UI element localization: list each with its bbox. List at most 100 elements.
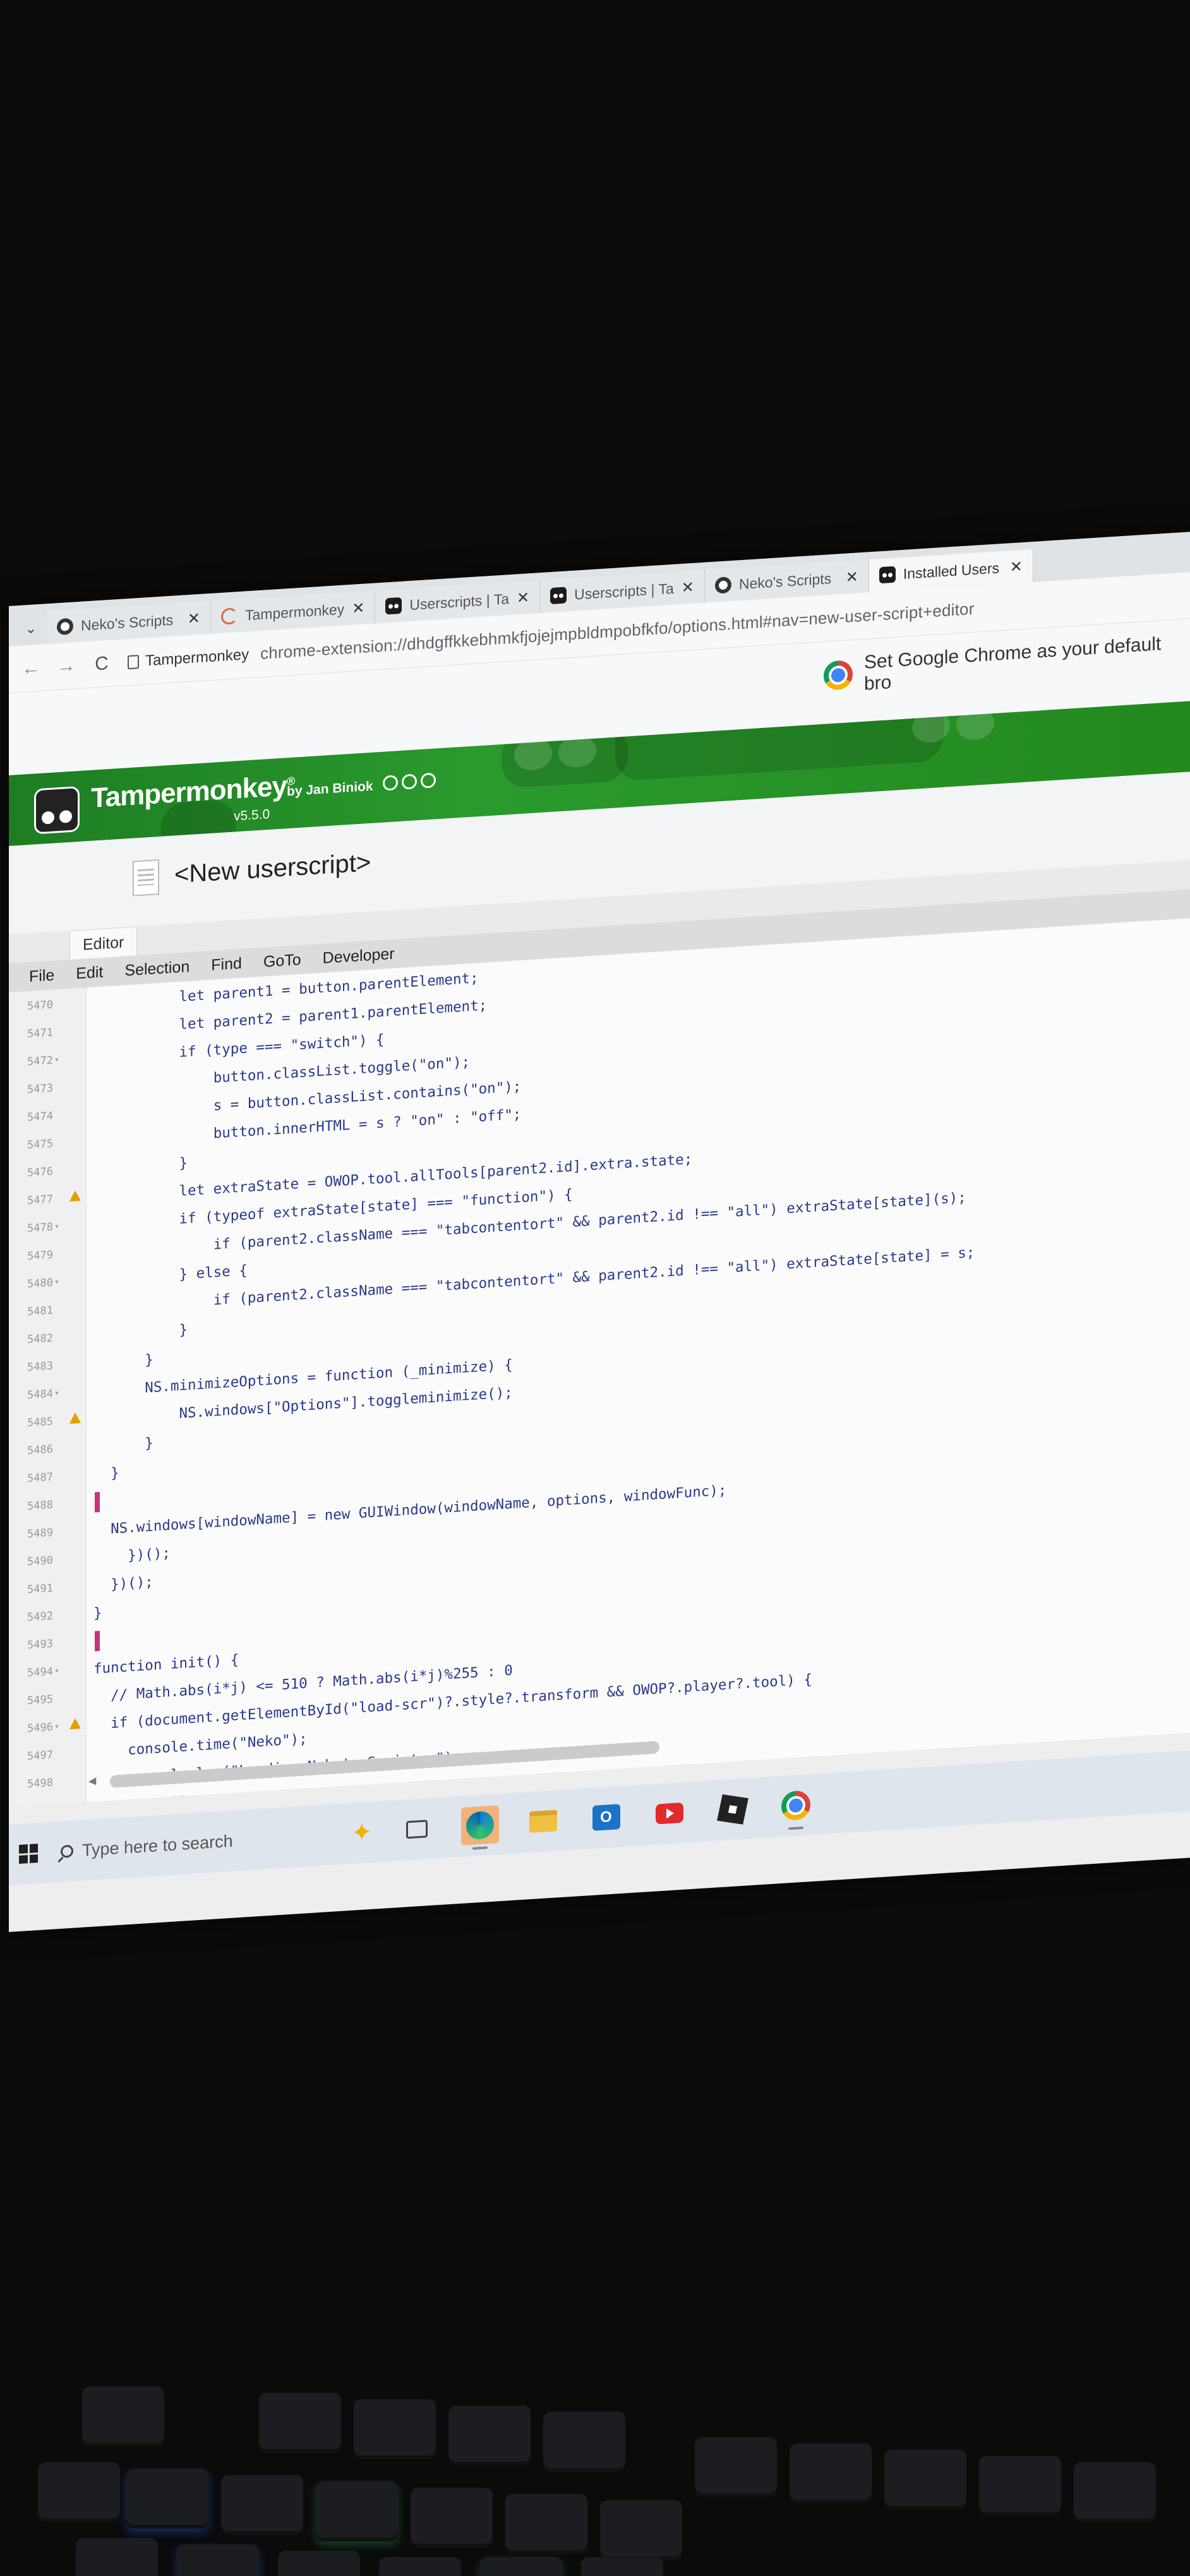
tab-title: Userscripts | Ta: [409, 590, 509, 613]
version-label: v5.5.0: [234, 807, 270, 824]
task-view-icon: [406, 1820, 428, 1839]
close-tab-icon[interactable]: ✕: [682, 578, 694, 597]
line-number: 5498: [27, 1776, 53, 1791]
tab-title: Installed Users: [903, 559, 999, 582]
fold-chevron-icon[interactable]: ▾: [54, 1657, 59, 1685]
github-icon[interactable]: [383, 775, 398, 791]
script-file-icon: [133, 859, 159, 897]
line-number: 5499: [15, 1797, 53, 1807]
taskbar-chrome[interactable]: [777, 1786, 815, 1826]
line-number: 5474: [27, 1109, 53, 1124]
tab-title: Neko's Scripts: [738, 569, 832, 592]
chrome-logo-icon: [824, 659, 853, 691]
code-text: }: [179, 1155, 188, 1172]
line-number: 5495: [27, 1693, 53, 1708]
fold-chevron-icon[interactable]: ▾: [54, 1213, 59, 1241]
tampermonkey-logo-icon[interactable]: [34, 785, 80, 835]
menu-selection[interactable]: Selection: [124, 957, 189, 979]
edit-marker: [95, 1630, 100, 1652]
tab-search-button[interactable]: ⌄: [15, 611, 47, 646]
roblox-icon: [716, 1794, 748, 1825]
outlook-icon: O: [592, 1804, 620, 1831]
close-tab-icon[interactable]: ✕: [1010, 558, 1023, 576]
tampermonkey-icon: [385, 597, 402, 615]
line-number: 5475: [27, 1137, 53, 1152]
instagram-icon[interactable]: [421, 772, 436, 789]
code-text: })();: [93, 1573, 153, 1594]
line-number: 5488: [27, 1498, 53, 1513]
back-button[interactable]: ←: [21, 657, 40, 679]
tab-title: Userscripts | Ta: [574, 580, 674, 603]
menu-developer[interactable]: Developer: [323, 945, 395, 967]
line-number: 5470: [27, 998, 53, 1013]
chrome-icon: [781, 1790, 810, 1822]
site-chip-label: Tampermonkey: [145, 645, 249, 669]
taskbar-youtube[interactable]: [651, 1793, 688, 1834]
taskbar-file-explorer[interactable]: [524, 1801, 562, 1842]
reload-button[interactable]: C: [92, 652, 111, 675]
line-number: 5477: [27, 1193, 53, 1208]
keyboard-photo: [0, 2349, 1190, 2576]
start-button[interactable]: [19, 1844, 38, 1864]
fold-chevron-icon[interactable]: ▾: [54, 1268, 59, 1296]
copilot-sparkle-icon[interactable]: ✦: [351, 1818, 373, 1848]
code-text: }: [111, 1465, 119, 1482]
loading-icon: [221, 607, 237, 625]
monitor-screen: ⌄ Neko's Scripts ✕ Tampermonkey ✕ Userscript…: [9, 532, 1190, 1932]
line-number: 5493: [27, 1637, 53, 1652]
warning-icon[interactable]: [69, 1412, 81, 1424]
line-number: 5497: [27, 1748, 53, 1763]
line-number: 5491: [27, 1582, 53, 1597]
tab-editor[interactable]: Editor: [69, 926, 138, 960]
infobar-label: Set Google Chrome as your default bro: [864, 633, 1162, 695]
code-editor[interactable]: 5470 let parent1 = button.parentElement; 5…: [9, 918, 1190, 1807]
photo-scene: ⌄ Neko's Scripts ✕ Tampermonkey ✕ Userscript…: [0, 0, 1190, 2576]
code-text: }: [145, 1434, 153, 1452]
line-number: 5489: [27, 1526, 53, 1541]
line-number: 5492: [27, 1609, 53, 1625]
line-number: 5471: [27, 1026, 53, 1041]
close-tab-icon[interactable]: ✕: [517, 588, 529, 607]
site-info-chip[interactable]: Tampermonkey: [128, 646, 249, 671]
task-view-button[interactable]: [398, 1810, 436, 1850]
tab-title: Tampermonkey: [245, 600, 345, 623]
author-credit: by Jan Biniok: [287, 778, 373, 799]
line-number: 5485: [27, 1415, 53, 1430]
taskbar-search[interactable]: Type here to search: [61, 1815, 339, 1871]
folder-icon: [529, 1810, 557, 1834]
line-number: 5494: [27, 1665, 53, 1680]
taskbar-edge[interactable]: [460, 1805, 499, 1846]
line-number: 5481: [27, 1304, 53, 1319]
infobar-message[interactable]: Set Google Chrome as your default bro: [824, 631, 1190, 697]
line-number: 5487: [27, 1470, 53, 1486]
neko-icon: [714, 576, 731, 594]
line-number: 5480: [27, 1276, 53, 1291]
warning-icon[interactable]: [69, 1717, 81, 1729]
line-number: 5483: [27, 1359, 53, 1374]
fold-chevron-icon[interactable]: ▾: [54, 1046, 59, 1074]
close-tab-icon[interactable]: ✕: [352, 599, 364, 617]
fold-chevron-icon[interactable]: ▾: [54, 1713, 59, 1741]
taskbar-roblox[interactable]: [714, 1789, 752, 1830]
fediverse-icon[interactable]: [402, 773, 417, 790]
neko-icon: [57, 617, 73, 636]
close-tab-icon[interactable]: ✕: [846, 568, 858, 587]
menu-goto[interactable]: GoTo: [263, 950, 301, 971]
tampermonkey-icon: [879, 566, 896, 584]
fold-chevron-icon[interactable]: ▾: [54, 1380, 59, 1407]
code-text: })();: [93, 1544, 171, 1566]
edge-icon: [466, 1810, 494, 1840]
close-tab-icon[interactable]: ✕: [188, 609, 200, 628]
taskbar-outlook[interactable]: O: [587, 1798, 625, 1838]
menu-file[interactable]: File: [29, 966, 54, 986]
line-number: 5484: [27, 1387, 53, 1402]
line-number: 5482: [27, 1332, 53, 1347]
menu-edit[interactable]: Edit: [76, 963, 103, 983]
code-text: }: [179, 1321, 188, 1339]
menu-find[interactable]: Find: [211, 954, 242, 974]
forward-button[interactable]: →: [57, 655, 76, 677]
scroll-left-arrow-icon[interactable]: ◀: [88, 1774, 96, 1787]
warning-icon[interactable]: [69, 1190, 81, 1202]
line-number: 5479: [27, 1248, 53, 1263]
tab-title: Neko's Scripts: [81, 611, 174, 634]
